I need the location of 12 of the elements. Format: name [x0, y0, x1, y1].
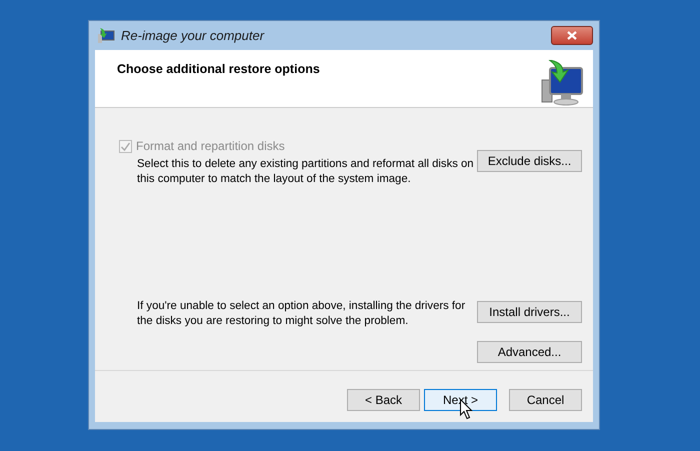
computer-icon [97, 28, 115, 44]
close-icon [567, 31, 577, 40]
option-description: If you're unable to select an option above, installing the drivers for the disks you are restoring to might solve the problem. [137, 299, 466, 329]
close-button[interactable] [551, 26, 593, 45]
option-button[interactable]: Install drivers... [477, 301, 582, 323]
checkbox-label: Format and repartition disks [136, 138, 285, 155]
window-title: Re-image your computer [121, 26, 264, 45]
option-description: Select this to delete any existing partitions and reformat all disks on this computer to match the layout of the system image. [137, 157, 475, 187]
footer-button[interactable]: Cancel [509, 388, 582, 410]
footer-button[interactable]: < Back [347, 388, 420, 410]
header-title: Choose additional restore options [117, 61, 320, 78]
option-button[interactable]: Advanced... [477, 341, 582, 363]
